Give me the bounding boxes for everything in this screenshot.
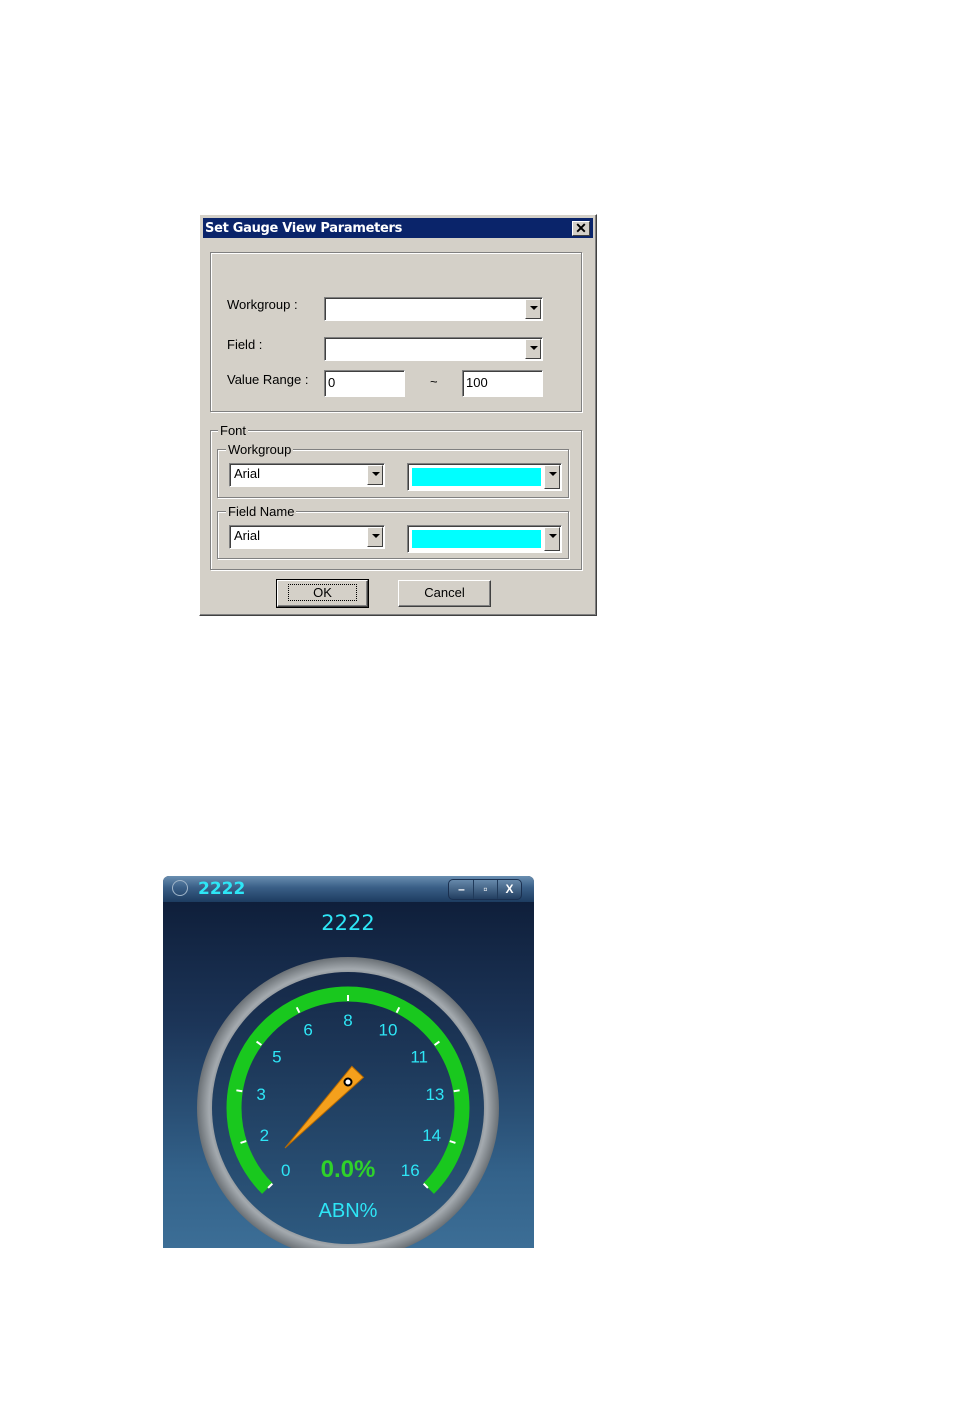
range-max-value: 100 (466, 375, 488, 390)
field-label: Field : (227, 337, 263, 352)
window-circle-icon[interactable] (172, 880, 188, 896)
window-controls: – ▫ X (448, 879, 522, 900)
chevron-down-icon[interactable] (367, 527, 383, 547)
workgroup-color-select[interactable] (407, 463, 562, 491)
workgroup-select[interactable] (324, 297, 543, 321)
close-icon[interactable]: ✕ (572, 221, 590, 236)
gauge-tick (453, 1089, 460, 1093)
gauge-scale-label: 5 (272, 1047, 281, 1066)
gauge-heading: 2222 (321, 911, 374, 935)
font-fieldname-label: Field Name (226, 504, 297, 519)
gauge-value: 0.0% (321, 1156, 376, 1183)
gauge-window-title: 2222 (198, 879, 246, 899)
font-group-label: Font (218, 423, 249, 438)
chevron-down-icon[interactable] (544, 465, 560, 489)
fieldname-color-select[interactable] (407, 525, 562, 553)
gauge-scale-label: 2 (260, 1126, 269, 1145)
field-select[interactable] (324, 337, 543, 361)
font-workgroup-label: Workgroup (226, 442, 294, 457)
range-min-value: 0 (328, 375, 336, 390)
gauge-scale-label: 13 (425, 1085, 444, 1104)
gauge-scale-label: 0 (281, 1161, 290, 1180)
workgroup-label: Workgroup : (227, 297, 298, 312)
gauge-window: 2222 – ▫ X 2222 0 2 3 5 6 8 10 11 13 14 16 0.0% AB… (163, 876, 534, 1248)
chevron-down-icon[interactable] (525, 339, 541, 359)
workgroup-font-value: Arial (234, 466, 261, 481)
dialog-title: Set Gauge View Parameters (205, 221, 403, 236)
range-separator: ~ (430, 374, 438, 389)
minimize-icon[interactable]: – (450, 880, 474, 899)
ok-button[interactable]: OK (276, 579, 369, 608)
gauge-scale-label: 6 (303, 1021, 312, 1040)
gauge-scale-label: 14 (422, 1126, 441, 1145)
cancel-button[interactable]: Cancel (398, 580, 491, 607)
gauge-scale-label: 11 (410, 1047, 428, 1066)
gauge-needle-hub (343, 1077, 353, 1087)
close-icon[interactable]: X (498, 880, 521, 899)
font-workgroup-group: Workgroup Arial (217, 442, 569, 498)
dialog-title-bar[interactable]: Set Gauge View Parameters ✕ (203, 218, 593, 238)
value-range-label: Value Range : (227, 372, 309, 387)
gauge-scale-label: 8 (343, 1011, 352, 1030)
range-max-input[interactable]: 100 (462, 370, 543, 397)
chevron-down-icon[interactable] (544, 527, 560, 551)
chevron-down-icon[interactable] (367, 465, 383, 485)
ok-button-label: OK (288, 584, 357, 601)
range-min-input[interactable]: 0 (324, 370, 405, 397)
workgroup-font-select[interactable]: Arial (229, 463, 385, 487)
chevron-down-icon[interactable] (525, 299, 541, 319)
gauge-unit: ABN% (319, 1200, 378, 1222)
gauge-scale-label: 10 (378, 1021, 397, 1040)
gauge-scale-label: 3 (256, 1085, 265, 1104)
cancel-button-label: Cancel (424, 585, 465, 600)
maximize-icon[interactable]: ▫ (474, 880, 498, 899)
gauge-parameters-dialog: Set Gauge View Parameters ✕ Workgroup : … (199, 214, 597, 616)
gauge-tick (236, 1089, 243, 1093)
font-group: Font Workgroup Arial Field Name Arial (210, 423, 582, 570)
workgroup-color-swatch (412, 468, 541, 486)
fieldname-font-value: Arial (234, 528, 261, 543)
parameters-group: Workgroup : Field : Value Range : 0 ~ 10… (210, 252, 582, 412)
fieldname-font-select[interactable]: Arial (229, 525, 385, 549)
gauge-scale-label: 16 (401, 1161, 420, 1180)
fieldname-color-swatch (412, 530, 541, 548)
font-fieldname-group: Field Name Arial (217, 504, 569, 559)
gauge-title-bar[interactable]: 2222 – ▫ X (163, 876, 534, 902)
gauge-dial: 2222 0235681011131416 0.0% ABN% (197, 911, 499, 1248)
